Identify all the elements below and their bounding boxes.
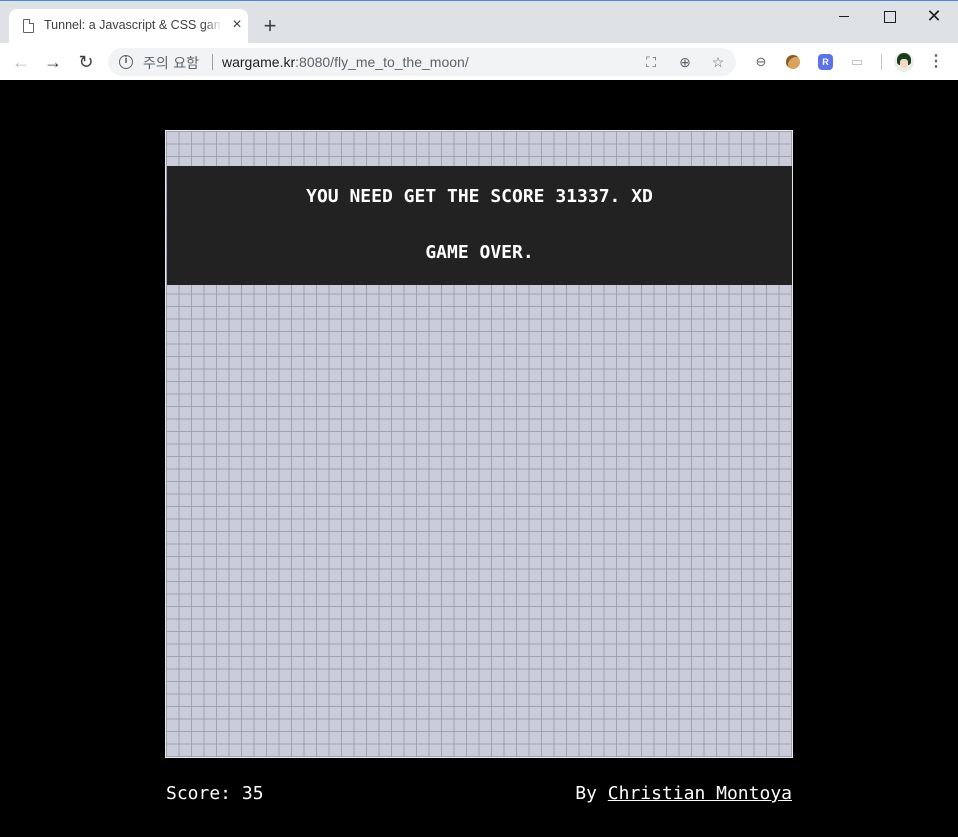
tab-title: Tunnel: a Javascript & CSS game xyxy=(44,18,222,32)
game-footer: Score: 35 By Christian Montoya xyxy=(166,783,792,809)
window-minimize-button[interactable] xyxy=(829,5,859,27)
r-extension-icon[interactable] xyxy=(815,52,835,72)
author-link[interactable]: Christian Montoya xyxy=(608,783,792,804)
page-icon xyxy=(23,19,34,33)
new-tab-button[interactable]: + xyxy=(259,15,281,37)
omnibox-divider xyxy=(212,54,213,70)
browser-toolbar: ← → ↻ i 주의 요함 wargame.kr:8080/fly_me_to_… xyxy=(0,43,958,81)
toolbar-divider xyxy=(881,54,882,70)
info-icon[interactable]: i xyxy=(119,55,133,69)
browser-chrome: Tunnel: a Javascript & CSS game × + ✕ ← … xyxy=(0,0,958,81)
profile-avatar[interactable] xyxy=(894,52,914,72)
author-credit: By Christian Montoya xyxy=(575,783,792,804)
game-board[interactable]: YOU NEED GET THE SCORE 31337. XD GAME OV… xyxy=(165,130,793,758)
tab-close-icon[interactable]: × xyxy=(228,16,246,34)
cookie-extension-icon[interactable] xyxy=(783,52,803,72)
cast-extension-icon[interactable]: ▭ xyxy=(847,52,867,72)
bookmark-star-icon[interactable]: ☆ xyxy=(708,52,728,72)
reload-button[interactable]: ↻ xyxy=(74,50,98,74)
credit-prefix: By xyxy=(575,783,608,804)
url-text[interactable]: wargame.kr:8080/fly_me_to_the_moon/ xyxy=(222,54,469,70)
tab-tunnel-game[interactable]: Tunnel: a Javascript & CSS game × xyxy=(9,9,248,43)
window-maximize-button[interactable] xyxy=(874,5,904,27)
tab-strip: Tunnel: a Javascript & CSS game × + ✕ xyxy=(0,1,958,43)
back-button[interactable]: ← xyxy=(9,50,33,74)
game-over-text: GAME OVER. xyxy=(425,242,534,263)
zoom-icon[interactable]: ⊕ xyxy=(675,52,695,72)
window-close-button[interactable]: ✕ xyxy=(919,5,949,27)
forward-button[interactable]: → xyxy=(41,50,65,74)
url-host: wargame.kr xyxy=(222,54,296,70)
browser-menu-icon[interactable]: ⋮ xyxy=(926,52,946,72)
score-requirement-message: YOU NEED GET THE SCORE 31337. XD xyxy=(306,186,653,207)
block-extension-icon[interactable]: ⊖ xyxy=(751,52,771,72)
page-content: YOU NEED GET THE SCORE 31337. XD GAME OV… xyxy=(0,80,958,837)
game-over-banner: YOU NEED GET THE SCORE 31337. XD GAME OV… xyxy=(167,166,792,285)
url-path: :8080/fly_me_to_the_moon/ xyxy=(295,54,469,70)
security-label[interactable]: 주의 요함 xyxy=(143,53,199,73)
translate-icon[interactable]: ⛶ xyxy=(641,52,661,72)
score-display: Score: 35 xyxy=(166,783,264,804)
address-bar[interactable]: i 주의 요함 wargame.kr:8080/fly_me_to_the_mo… xyxy=(108,48,736,76)
